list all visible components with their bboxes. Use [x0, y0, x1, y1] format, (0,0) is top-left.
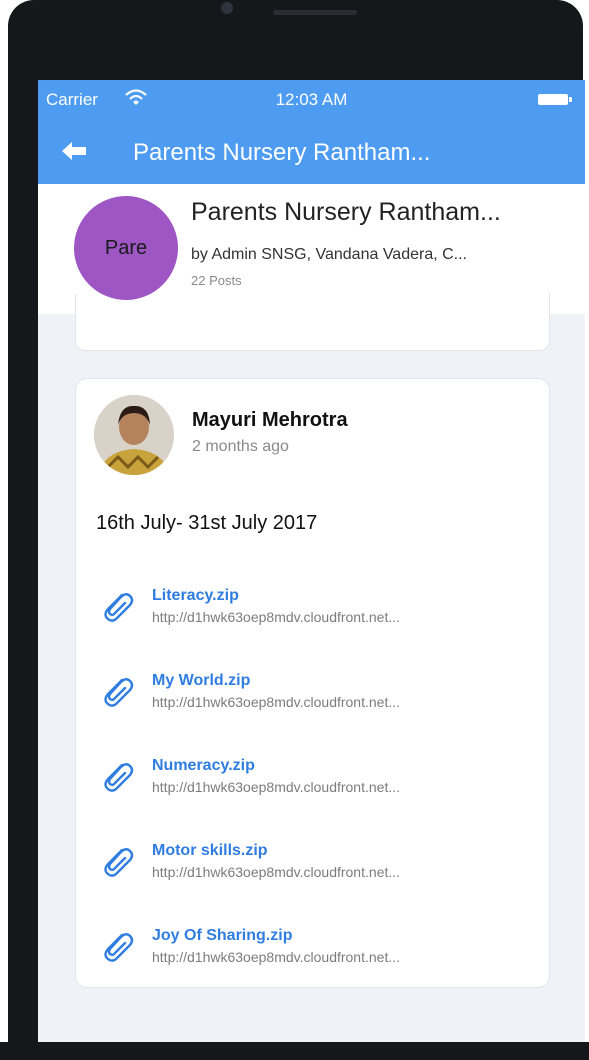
paperclip-icon [104, 933, 134, 962]
author-name[interactable]: Mayuri Mehrotra [192, 409, 348, 432]
post-timestamp: 2 months ago [192, 438, 289, 455]
navigation-bar: Parents Nursery Rantham... [38, 120, 585, 184]
attachment-item[interactable]: Motor skills.zip http://d1hwk63oep8mdv.c… [96, 834, 536, 894]
attachment-item[interactable]: Literacy.zip http://d1hwk63oep8mdv.cloud… [96, 579, 536, 639]
group-title: Parents Nursery Rantham... [191, 198, 501, 226]
group-members: by Admin SNSG, Vandana Vadera, C... [191, 246, 467, 263]
paperclip-icon [104, 678, 134, 707]
status-bar: Carrier 12:03 AM [38, 80, 585, 120]
paperclip-icon [104, 593, 134, 622]
attachment-name[interactable]: Numeracy.zip [152, 757, 255, 775]
attachment-name[interactable]: Literacy.zip [152, 587, 239, 605]
attachment-name[interactable]: Joy Of Sharing.zip [152, 927, 292, 945]
author-photo [94, 395, 174, 475]
attachment-url[interactable]: http://d1hwk63oep8mdv.cloudfront.net... [152, 779, 400, 795]
paperclip-icon [104, 763, 134, 792]
post-text: 16th July- 31st July 2017 [96, 512, 318, 534]
phone-frame: Carrier 12:03 AM Parents Nursery Rantham… [8, 0, 585, 1060]
attachment-url[interactable]: http://d1hwk63oep8mdv.cloudfront.net... [152, 694, 400, 710]
group-post-count: 22 Posts [191, 273, 242, 288]
paperclip-icon [104, 848, 134, 877]
attachment-url[interactable]: http://d1hwk63oep8mdv.cloudfront.net... [152, 949, 400, 965]
attachment-name[interactable]: My World.zip [152, 672, 250, 690]
app-screen: Carrier 12:03 AM Parents Nursery Rantham… [38, 80, 585, 1042]
back-arrow-icon[interactable] [60, 139, 88, 163]
attachment-url[interactable]: http://d1hwk63oep8mdv.cloudfront.net... [152, 609, 400, 625]
front-camera [221, 2, 233, 14]
author-avatar[interactable] [94, 395, 174, 475]
attachment-url[interactable]: http://d1hwk63oep8mdv.cloudfront.net... [152, 864, 400, 880]
post-card: Mayuri Mehrotra 2 months ago 16th July- … [75, 378, 550, 988]
group-avatar[interactable]: Pare [74, 196, 178, 300]
attachment-item[interactable]: Joy Of Sharing.zip http://d1hwk63oep8mdv… [96, 919, 536, 979]
earpiece-speaker [273, 10, 357, 15]
nav-title: Parents Nursery Rantham... [133, 139, 431, 166]
attachment-name[interactable]: Motor skills.zip [152, 842, 268, 860]
phone-frame-bottom [0, 1042, 589, 1060]
status-time: 12:03 AM [275, 90, 348, 109]
previous-post-card[interactable] [75, 294, 550, 351]
battery-icon [538, 94, 572, 105]
attachment-item[interactable]: Numeracy.zip http://d1hwk63oep8mdv.cloud… [96, 749, 536, 809]
attachment-item[interactable]: My World.zip http://d1hwk63oep8mdv.cloud… [96, 664, 536, 724]
